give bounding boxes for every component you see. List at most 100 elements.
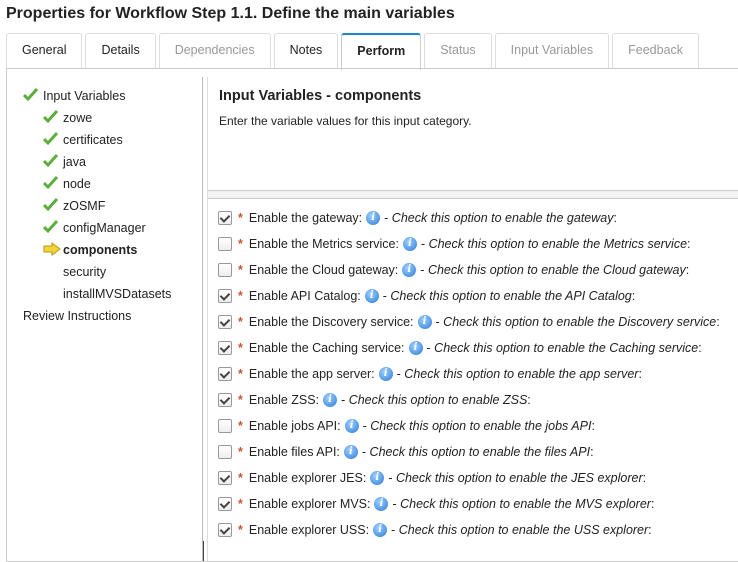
colon: :	[716, 315, 719, 329]
tab-status: Status	[424, 33, 491, 68]
option-row: *Enable ZSS:i- Check this option to enab…	[218, 391, 531, 409]
option-hint: Check this option to enable the jobs API	[370, 419, 591, 433]
nav-item-label: java	[63, 155, 86, 169]
required-marker: *	[238, 393, 243, 407]
option-label: Enable the app server:	[249, 367, 375, 381]
option-checkbox[interactable]	[218, 289, 232, 303]
info-icon[interactable]: i	[374, 497, 388, 511]
option-checkbox[interactable]	[218, 523, 232, 537]
option-row: *Enable the Discovery service:i- Check t…	[218, 313, 720, 331]
tab-feedback: Feedback	[612, 33, 699, 68]
info-icon[interactable]: i	[370, 471, 384, 485]
option-checkbox[interactable]	[218, 367, 232, 381]
info-icon[interactable]: i	[323, 393, 337, 407]
colon: :	[687, 237, 690, 251]
nav-item-node[interactable]: node	[43, 175, 91, 193]
tab-perform[interactable]: Perform	[341, 33, 421, 70]
option-checkbox[interactable]	[218, 263, 232, 277]
option-hint: Check this option to enable the Cloud ga…	[428, 263, 686, 277]
option-checkbox[interactable]	[218, 315, 232, 329]
colon: :	[591, 419, 594, 433]
info-icon[interactable]: i	[402, 263, 416, 277]
check-icon	[43, 198, 61, 215]
colon: :	[651, 497, 654, 511]
nav-item-label: certificates	[63, 133, 123, 147]
info-icon[interactable]: i	[409, 341, 423, 355]
required-marker: *	[238, 289, 243, 303]
option-checkbox[interactable]	[218, 419, 232, 433]
dialog-title: Properties for Workflow Step 1.1. Define…	[6, 5, 455, 23]
tab-input-variables: Input Variables	[495, 33, 609, 68]
option-hint: Check this option to enable the gateway	[392, 211, 614, 225]
tab-notes[interactable]: Notes	[274, 33, 339, 68]
info-icon[interactable]: i	[373, 523, 387, 537]
option-label: Enable jobs API:	[249, 419, 341, 433]
required-marker: *	[238, 523, 243, 537]
nav-item-label: configManager	[63, 221, 146, 235]
option-hint: Check this option to enable ZSS	[349, 393, 528, 407]
nav-item-input-variables[interactable]: Input Variables	[23, 87, 125, 105]
option-row: * Enable files API: i- Check this option t…	[218, 443, 594, 461]
info-icon[interactable]: i	[418, 315, 432, 329]
info-icon[interactable]: i	[379, 367, 393, 381]
info-icon[interactable]: i	[345, 419, 359, 433]
option-label: Enable explorer USS:	[249, 523, 369, 537]
required-marker: *	[238, 367, 243, 381]
nav-item-components[interactable]: components	[43, 241, 137, 259]
option-label: Enable the Discovery service:	[249, 315, 414, 329]
option-checkbox[interactable]	[218, 393, 232, 407]
check-icon	[43, 132, 61, 149]
info-icon[interactable]: i	[403, 237, 417, 251]
option-checkbox[interactable]	[218, 497, 232, 511]
nav-item-label: Review Instructions	[23, 309, 131, 323]
tab-dependencies: Dependencies	[159, 33, 271, 68]
required-marker: *	[238, 497, 243, 511]
option-checkbox[interactable]	[218, 445, 232, 459]
option-checkbox[interactable]	[218, 471, 232, 485]
section-description: Enter the variable values for this input…	[219, 114, 472, 128]
option-hint: Check this option to enable the files AP…	[370, 445, 591, 459]
required-marker: *	[238, 419, 243, 433]
dash: -	[363, 419, 371, 433]
nav-item-zosmf[interactable]: zOSMF	[43, 197, 105, 215]
nav-item-security[interactable]: security	[43, 263, 106, 281]
nav-item-zowe[interactable]: zowe	[43, 109, 92, 127]
info-icon[interactable]: i	[365, 289, 379, 303]
colon: :	[527, 393, 530, 407]
option-checkbox[interactable]	[218, 211, 232, 225]
tab-general[interactable]: General	[6, 33, 82, 68]
info-icon[interactable]: i	[344, 445, 358, 459]
option-row: * Enable the Cloud gateway: i- Check this …	[218, 261, 689, 279]
info-icon[interactable]: i	[366, 211, 380, 225]
nav-item-configmanager[interactable]: configManager	[43, 219, 146, 237]
option-checkbox[interactable]	[218, 237, 232, 251]
splitter-grip[interactable]	[203, 541, 204, 561]
option-label: Enable the Caching service:	[249, 341, 405, 355]
dash: -	[362, 445, 370, 459]
required-marker: *	[238, 263, 243, 277]
nav-item-certificates[interactable]: certificates	[43, 131, 123, 149]
nav-item-label: installMVSDatasets	[63, 287, 171, 301]
colon: :	[648, 523, 651, 537]
colon: :	[698, 341, 701, 355]
check-icon	[23, 88, 41, 105]
nav-item-label: security	[63, 265, 106, 279]
colon: :	[632, 289, 635, 303]
option-checkbox[interactable]	[218, 341, 232, 355]
tab-details[interactable]: Details	[85, 33, 155, 68]
option-label: Enable the Cloud gateway:	[249, 263, 398, 277]
colon: :	[590, 445, 593, 459]
nav-item-java[interactable]: java	[43, 153, 86, 171]
required-marker: *	[238, 445, 243, 459]
nav-item-review-instructions[interactable]: Review Instructions	[23, 307, 131, 325]
required-marker: *	[238, 341, 243, 355]
option-label: Enable explorer MVS:	[249, 497, 371, 511]
perform-panel: Input Variables zowe certificates java node z…	[6, 68, 738, 562]
option-label: Enable files API:	[249, 445, 340, 459]
option-row: *Enable the gateway:i- Check this option…	[218, 209, 617, 227]
dash: -	[420, 263, 428, 277]
nav-item-installmvsdatasets[interactable]: installMVSDatasets	[43, 285, 171, 303]
option-label: Enable the Metrics service:	[249, 237, 399, 251]
step-navigator: Input Variables zowe certificates java node z…	[7, 69, 202, 561]
option-hint: Check this option to enable the Caching …	[434, 341, 698, 355]
